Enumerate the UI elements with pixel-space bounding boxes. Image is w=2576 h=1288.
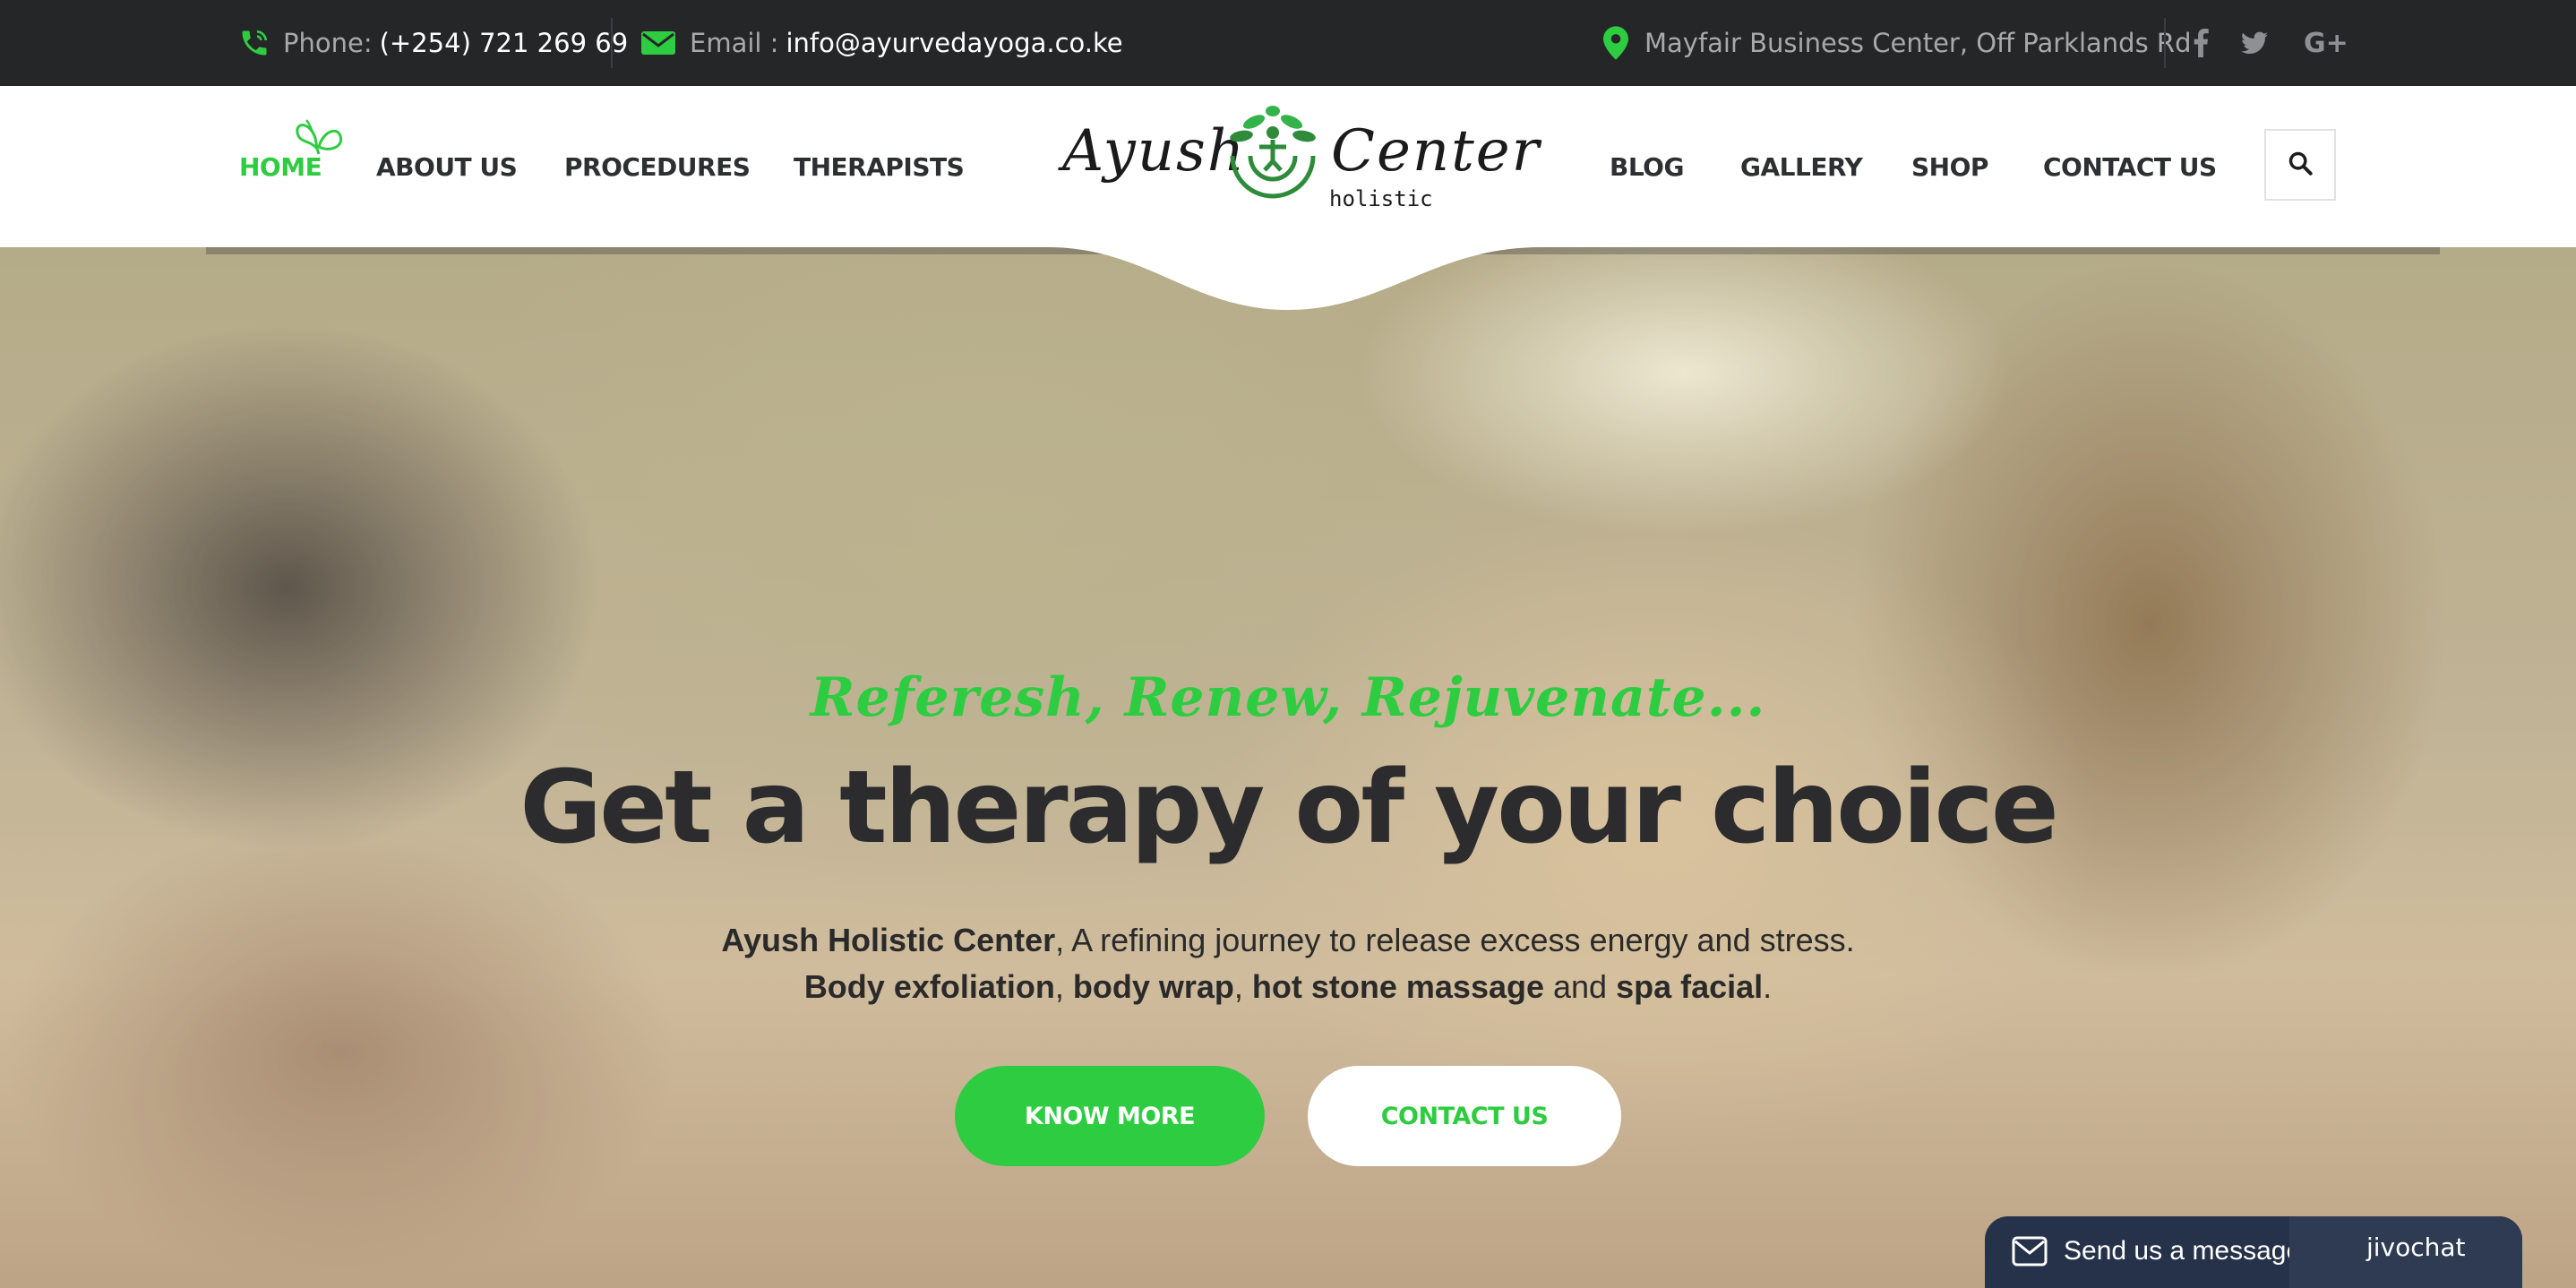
chat-label[interactable]: Send us a message xyxy=(2064,1236,2301,1267)
divider xyxy=(2164,18,2166,68)
site-logo[interactable]: Ayush Center holistic xyxy=(1062,106,1539,238)
nav-shop[interactable]: SHOP xyxy=(1911,86,1988,247)
google-plus-icon[interactable]: G+ xyxy=(2304,0,2348,86)
nav-blog[interactable]: BLOG xyxy=(1610,86,1684,247)
envelope-icon xyxy=(641,30,675,56)
address-text: Mayfair Business Center, Off Parklands R… xyxy=(1644,28,2192,58)
nav-gallery[interactable]: GALLERY xyxy=(1740,86,1863,247)
facebook-icon[interactable] xyxy=(2193,0,2209,86)
logo-word-holistic: holistic xyxy=(1329,186,1433,211)
map-pin-icon xyxy=(1603,26,1628,60)
hero-text: , A refining journey to release excess e… xyxy=(1055,922,1855,958)
hero-tagline: Referesh, Renew, Rejuvenate... xyxy=(810,666,1766,729)
service-body-wrap: body wrap xyxy=(1072,968,1234,1005)
nav-contact-us[interactable]: CONTACT US xyxy=(2043,86,2217,247)
header-wave-divider xyxy=(206,247,2440,310)
search-button[interactable] xyxy=(2264,129,2336,201)
chat-envelope-icon xyxy=(2012,1236,2048,1271)
hero-banner: Referesh, Renew, Rejuvenate... Get a the… xyxy=(0,247,2576,1288)
service-hot-stone-massage: hot stone massage xyxy=(1251,968,1544,1005)
email-address[interactable]: info@ayurvedayoga.co.ke xyxy=(786,28,1122,58)
email-label: Email : xyxy=(690,28,779,58)
phone-number[interactable]: (+254) 721 269 69 xyxy=(380,28,629,58)
chat-brand-label: jivochat xyxy=(2366,1232,2466,1262)
nav-about-us[interactable]: ABOUT US xyxy=(376,86,518,247)
nav-procedures[interactable]: PROCEDURES xyxy=(564,86,751,247)
hero-headline: Get a therapy of your choice xyxy=(519,750,2059,866)
hero-text: and xyxy=(1544,968,1617,1005)
hero-text: , xyxy=(1054,968,1073,1005)
lotus-logo-icon xyxy=(1215,106,1331,218)
twitter-icon[interactable] xyxy=(2241,0,2268,86)
address-contact: Mayfair Business Center, Off Parklands R… xyxy=(1603,0,2198,86)
email-contact[interactable]: Email : info@ayurvedayoga.co.ke xyxy=(641,0,1123,86)
logo-word-center: Center xyxy=(1331,118,1541,185)
hero-text: . xyxy=(1763,968,1773,1005)
main-header: HOME ABOUT US PROCEDURES THERAPISTS Ayus… xyxy=(0,86,2576,247)
search-icon xyxy=(2288,150,2313,180)
phone-icon xyxy=(238,27,270,59)
hero-description-line-2: Body exfoliation, body wrap, hot stone m… xyxy=(0,964,2576,1010)
butterfly-icon xyxy=(294,113,344,162)
nav-home[interactable]: HOME xyxy=(239,86,322,247)
chat-brand-tab[interactable]: jivochat xyxy=(2289,1216,2522,1288)
brand-name: Ayush Holistic Center xyxy=(721,922,1056,958)
service-body-exfoliation: Body exfoliation xyxy=(803,968,1055,1005)
top-contact-bar: Phone: (+254) 721 269 69 Email : info@ay… xyxy=(0,0,2576,86)
nav-therapists[interactable]: THERAPISTS xyxy=(794,86,965,247)
divider xyxy=(611,18,613,68)
service-spa-facial: spa facial xyxy=(1616,968,1764,1005)
hero-description-line-1: Ayush Holistic Center, A refining journe… xyxy=(0,917,2576,964)
contact-us-button[interactable]: CONTACT US xyxy=(1308,1066,1621,1166)
phone-contact[interactable]: Phone: (+254) 721 269 69 xyxy=(238,0,628,86)
know-more-button[interactable]: KNOW MORE xyxy=(955,1066,1265,1166)
phone-label: Phone: xyxy=(283,28,373,58)
hero-text: , xyxy=(1233,968,1252,1005)
